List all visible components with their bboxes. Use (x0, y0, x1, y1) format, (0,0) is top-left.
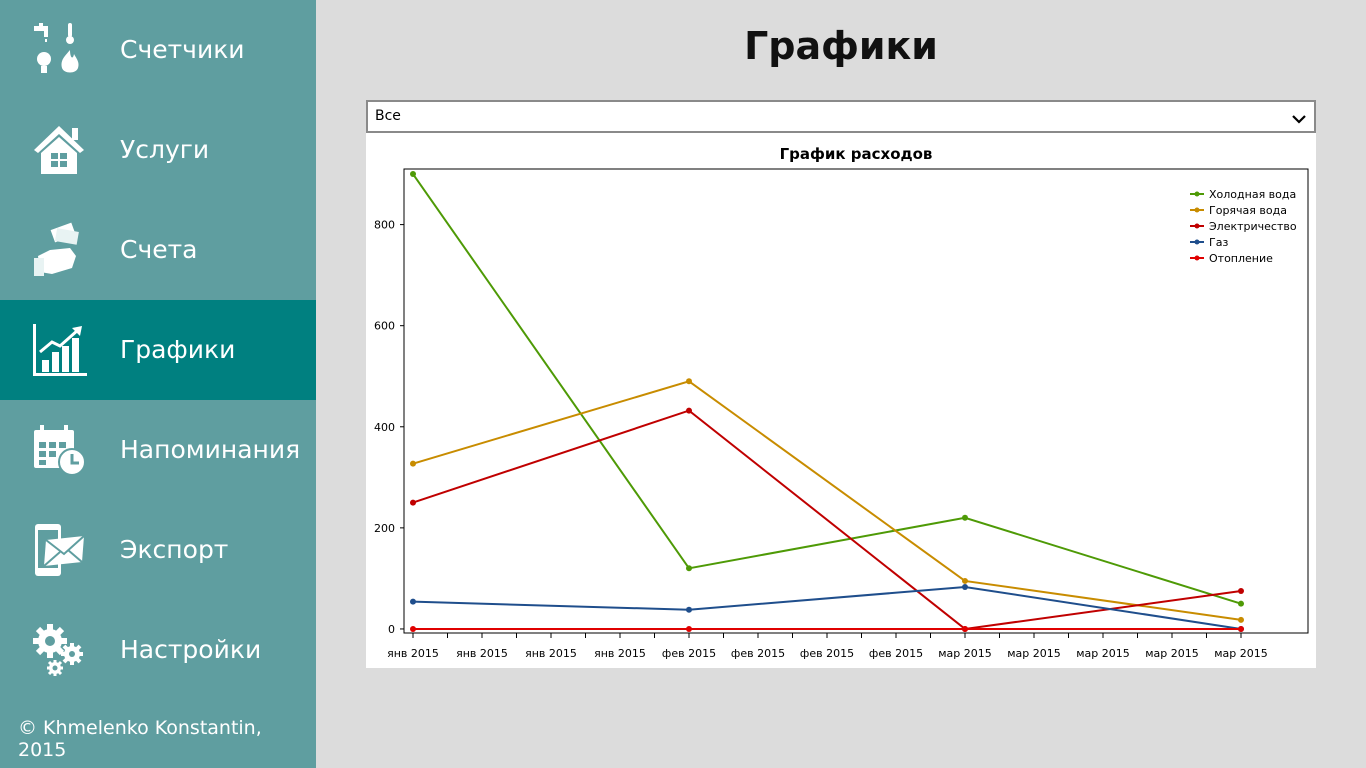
meters-icon (30, 22, 88, 78)
data-point (410, 625, 416, 632)
x-tick-label: мар 2015 (1076, 647, 1130, 660)
phone-mail-icon (30, 522, 88, 578)
sidebar-item-label: Услуги (120, 135, 210, 164)
data-point (410, 460, 416, 467)
data-point (962, 584, 968, 591)
legend-label: Отопление (1209, 252, 1273, 265)
data-point (962, 514, 968, 521)
data-point (686, 407, 692, 414)
data-point (686, 625, 692, 632)
data-point (686, 565, 692, 572)
series-line (412, 409, 1242, 631)
data-point (410, 598, 416, 605)
legend-label: Электричество (1209, 220, 1297, 233)
sidebar-item-bills[interactable]: Счета (0, 200, 316, 300)
calendar-clock-icon (30, 422, 88, 478)
sidebar-item-reminders[interactable]: Напоминания (0, 400, 316, 500)
x-tick-label: фев 2015 (869, 647, 923, 660)
page-title: Графики (744, 24, 938, 68)
filter-selected-value: Все (375, 108, 401, 124)
data-point (962, 577, 968, 584)
chart-panel: График расходов 0 200 400 600 800 янв 2015 янв … (366, 133, 1316, 668)
x-tick-label: мар 2015 (938, 647, 992, 660)
x-tick-label: фев 2015 (731, 647, 785, 660)
x-tick-label: янв 2015 (456, 647, 508, 660)
x-tick-label: янв 2015 (387, 647, 439, 660)
sidebar-item-label: Счетчики (120, 35, 245, 64)
plot-area (403, 168, 1309, 634)
sidebar: Счетчики Услуги Счета Графики Напоминани… (0, 0, 316, 768)
sidebar-item-label: Экспорт (120, 535, 229, 564)
data-point (410, 171, 416, 178)
data-point (1238, 600, 1244, 607)
data-point (1238, 616, 1244, 623)
legend-marker (1194, 191, 1200, 197)
legend-label: Холодная вода (1209, 188, 1296, 201)
chevron-down-icon (1292, 110, 1306, 124)
x-tick-label: фев 2015 (800, 647, 854, 660)
y-tick-label: 0 (388, 623, 395, 636)
series-filter-select[interactable]: Все (366, 100, 1316, 133)
legend-label: Газ (1209, 236, 1228, 249)
gears-icon (30, 622, 88, 678)
data-point (410, 499, 416, 506)
data-point (686, 378, 692, 385)
y-tick-label: 600 (374, 320, 395, 333)
legend-marker (1194, 207, 1200, 213)
x-tick-label: янв 2015 (525, 647, 577, 660)
expense-chart: График расходов 0 200 400 600 800 янв 2015 янв … (374, 145, 1309, 660)
y-tick-label: 800 (374, 219, 395, 232)
sidebar-item-label: Счета (120, 235, 198, 264)
sidebar-item-meters[interactable]: Счетчики (0, 0, 316, 100)
y-tick-label: 200 (374, 522, 395, 535)
sidebar-item-charts[interactable]: Графики (0, 300, 316, 400)
series-line (412, 380, 1242, 621)
sidebar-item-label: Напоминания (120, 435, 301, 464)
data-point (1238, 588, 1244, 595)
sidebar-item-settings[interactable]: Настройки (0, 600, 316, 700)
y-tick-label: 400 (374, 421, 395, 434)
legend-label: Горячая вода (1209, 204, 1287, 217)
legend-marker (1194, 255, 1200, 261)
x-tick-label: янв 2015 (594, 647, 646, 660)
x-tick-label: мар 2015 (1214, 647, 1268, 660)
data-point (1238, 625, 1244, 632)
sidebar-item-label: Графики (120, 335, 236, 364)
x-tick-label: мар 2015 (1007, 647, 1061, 660)
x-tick-label: мар 2015 (1145, 647, 1199, 660)
chart-icon (30, 322, 88, 378)
sidebar-item-services[interactable]: Услуги (0, 100, 316, 200)
copyright: © Khmelenko Konstantin, 2015 (18, 717, 262, 761)
chart-title: График расходов (780, 145, 933, 163)
legend-marker (1194, 223, 1200, 229)
series-line (412, 173, 1242, 605)
sidebar-item-export[interactable]: Экспорт (0, 500, 316, 600)
legend-marker (1194, 239, 1200, 245)
house-icon (30, 122, 88, 178)
data-point (962, 625, 968, 632)
money-hand-icon (30, 222, 88, 278)
sidebar-item-label: Настройки (120, 635, 262, 664)
x-tick-label: фев 2015 (662, 647, 716, 660)
data-point (686, 606, 692, 613)
